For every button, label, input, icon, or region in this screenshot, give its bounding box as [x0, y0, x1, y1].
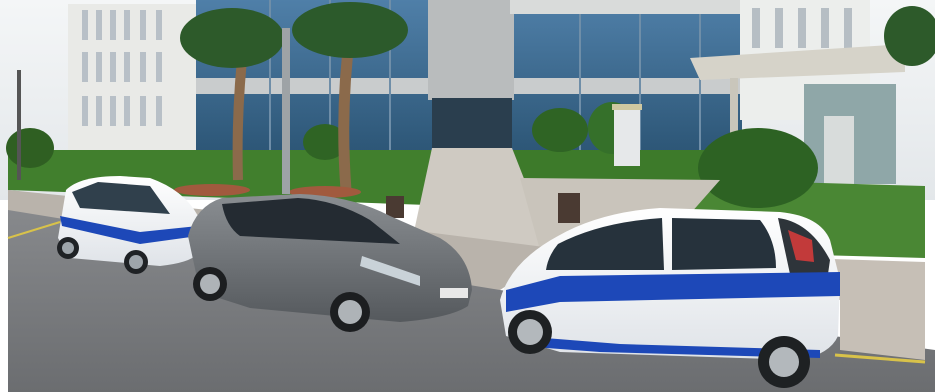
lamp-post [17, 70, 21, 180]
lamp-post [282, 28, 290, 194]
photo-scene [0, 0, 935, 392]
shrub [532, 108, 588, 152]
photo-illustration [0, 0, 935, 392]
bollard [386, 196, 404, 218]
shrub [698, 128, 818, 208]
info-sign [612, 104, 642, 166]
shrub [6, 128, 54, 168]
bollard [558, 193, 580, 223]
office-building-left [68, 4, 200, 162]
